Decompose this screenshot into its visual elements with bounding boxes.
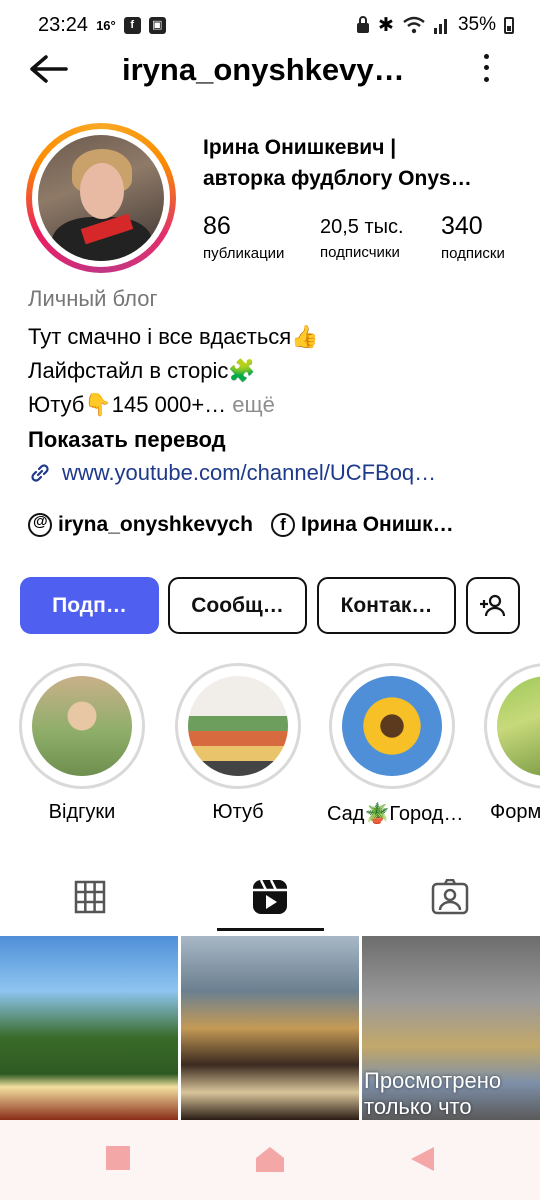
highlight-item[interactable]: Ютуб [173,663,303,824]
tab-reels[interactable] [180,862,360,932]
threads-link[interactable]: iryna_onyshkevych [28,513,253,537]
status-bar: 23:24 16° f ▣ ✱ 35% [0,0,540,50]
social-links: iryna_onyshkevych f Ірина Онишк… [28,513,533,537]
suggested-users-button[interactable] [466,577,520,634]
highlight-cover [497,676,540,776]
facebook-notification-icon: f [123,16,141,34]
add-user-icon [480,594,506,616]
bio-line: Лайфстайл в сторіс🧩 [28,358,256,383]
threads-icon [28,513,52,537]
highlight-cover [32,676,132,776]
reels-grid: Просмотрено только что [0,936,540,1120]
recent-apps-icon[interactable] [106,1146,130,1170]
tab-posts-grid[interactable] [0,862,180,932]
more-options-icon[interactable] [476,51,496,85]
home-icon[interactable] [255,1146,285,1172]
battery-icon [504,16,514,34]
grid-thumbnail[interactable] [181,936,359,1120]
highlight-title: Форм [490,801,540,823]
stat-following-value: 340 [441,212,483,240]
grid-icon [74,880,106,914]
stat-followers-value: 20,5 тыс. [320,216,404,238]
gallery-notification-icon: ▣ [148,16,166,34]
stat-followers-label: подписчики [320,244,400,261]
profile-tabs [0,862,540,932]
bio-more-link[interactable]: ещё [232,392,275,417]
show-translation-link[interactable]: Показать перевод [28,427,226,453]
highlight-title: Ютуб [212,801,264,823]
message-button[interactable]: Сообщ… [168,577,307,634]
profile-link[interactable]: www.youtube.com/channel/UCFBoq… [28,460,508,486]
active-tab-indicator [217,928,324,931]
profile-username: iryna_onyshkevy… [122,52,405,87]
follow-button[interactable]: Подп… [20,577,159,634]
bio-line: Ютуб👇145 000+… [28,392,227,417]
highlight-title: Відгуки [48,801,116,823]
bio-line-last: Ютуб👇145 000+… ещё [28,388,319,422]
avatar-photo [38,135,164,261]
contact-button[interactable]: Контак… [317,577,456,634]
signal-icon [433,19,447,34]
viewed-overlay-text: Просмотрено только что [364,1068,502,1119]
stat-posts-label: публикации [203,245,285,262]
tagged-user-icon [431,879,469,915]
profile-link-text[interactable]: www.youtube.com/channel/UCFBoq… [62,460,508,486]
back-icon[interactable] [410,1146,434,1172]
highlight-item[interactable]: Форм [484,663,540,824]
bio-line: Тут смачно і все вдається👍 [28,324,319,349]
system-nav-bar [0,1120,540,1200]
highlight-item[interactable]: Сад🪴Город… [327,663,464,826]
stat-following-label: подписки [441,245,505,262]
highlight-cover [188,676,288,776]
profile-header: iryna_onyshkevy… [0,45,540,93]
facebook-name: Ірина Онишк… [300,513,454,536]
status-time: 23:24 [38,13,89,36]
stat-posts[interactable]: 86 публикации [203,212,284,262]
grid-thumbnail[interactable] [0,936,178,1120]
facebook-icon: f [270,513,295,537]
name-line-2: авторка фудблогу Onys… [203,167,472,190]
stat-posts-value: 86 [203,212,231,240]
status-temperature: 16° [96,17,116,33]
profile-category: Личный блог [28,286,158,311]
stat-followers[interactable]: 20,5 тыс. подписчики [320,212,404,261]
highlight-title: Сад🪴Город… [327,803,464,825]
profile-bio: Тут смачно і все вдається👍 Лайфстайл в с… [28,320,319,422]
name-line-1: Ірина Онишкевич | [203,136,397,159]
stat-following[interactable]: 340 подписки [441,212,505,262]
wifi-icon [403,16,425,34]
highlight-cover [342,676,442,776]
tab-tagged[interactable] [360,862,540,932]
bluetooth-icon: ✱ [378,14,394,36]
link-icon [31,464,49,482]
avatar[interactable] [26,123,176,273]
facebook-link[interactable]: f Ірина Онишк… [270,513,454,537]
lock-icon [357,16,370,33]
grid-thumbnail[interactable]: Просмотрено только что [362,936,540,1120]
profile-full-name: Ірина Онишкевич | авторка фудблогу Onys… [203,132,513,194]
battery-level: 35% [457,14,496,35]
highlight-item[interactable]: Відгуки [17,663,147,824]
back-arrow-icon[interactable] [26,53,70,85]
threads-handle: iryna_onyshkevych [58,513,253,536]
reels-icon [253,879,287,914]
